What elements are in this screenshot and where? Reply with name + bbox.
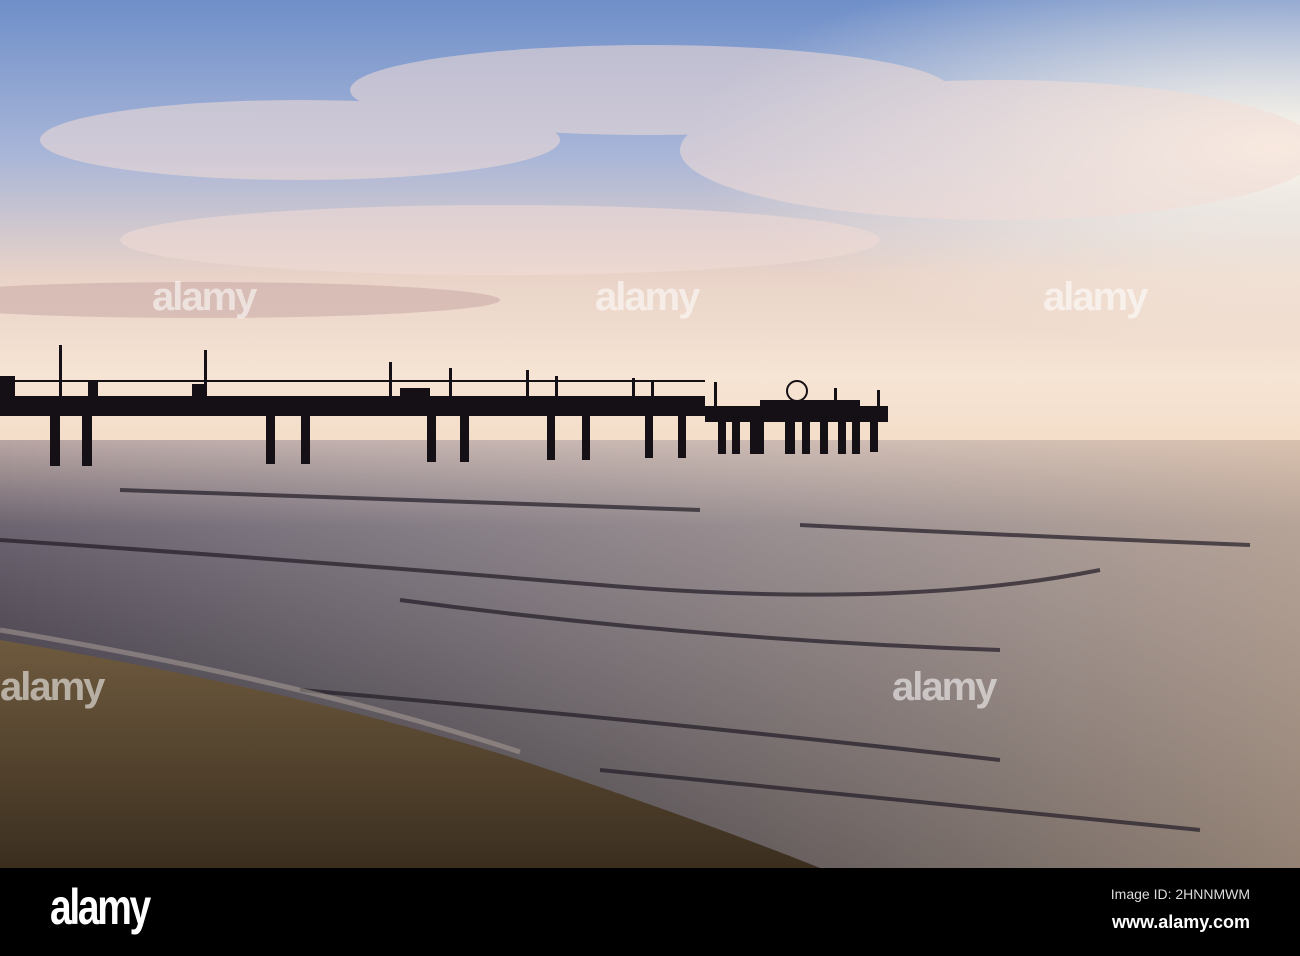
image-id: Image ID: 2HNNMWM (1110, 886, 1250, 902)
watermark-logo: alamy (152, 275, 257, 319)
footer-bar: alamy Image ID: 2HNNMWM www.alamy.com (0, 868, 1300, 956)
watermark-logo: alamy (595, 275, 700, 319)
watermark-logo: alamy (1043, 275, 1148, 319)
website-link[interactable]: www.alamy.com (1112, 912, 1250, 933)
alamy-logo: alamy (50, 879, 151, 935)
beach-pier-sunset-photo (0, 0, 1300, 868)
watermark-logo: alamy (892, 665, 997, 709)
watermark-logo: alamy (0, 665, 105, 709)
